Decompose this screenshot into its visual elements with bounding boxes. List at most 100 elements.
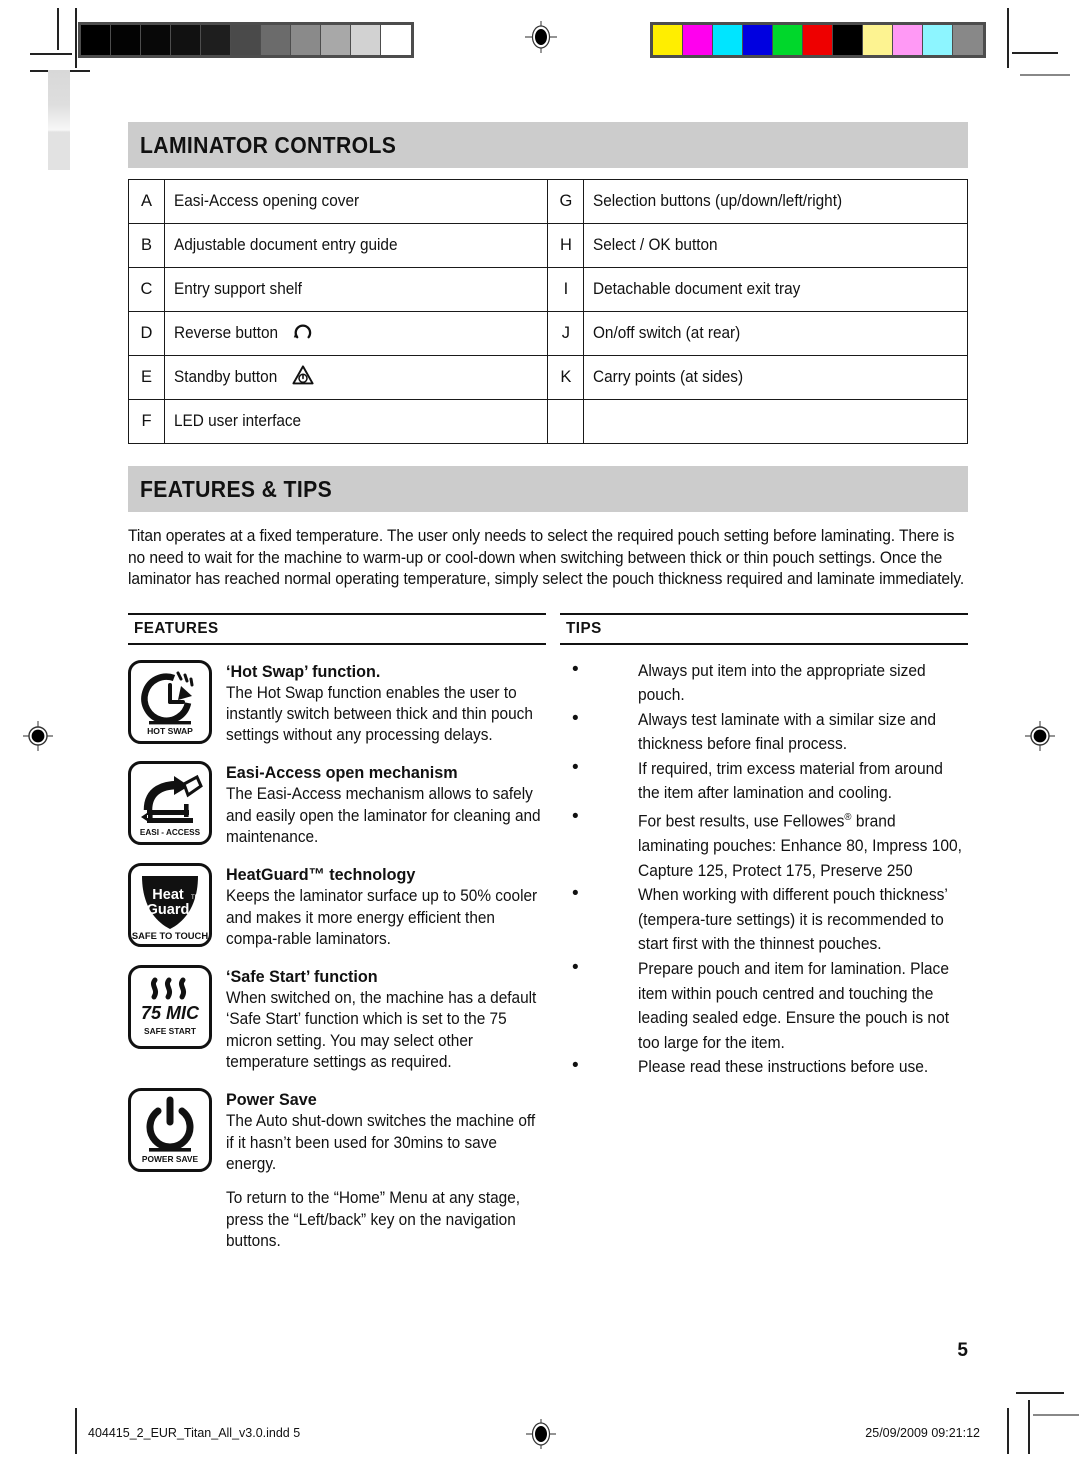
registration-mark-left [22, 720, 53, 751]
control-label-right: On/off switch (at rear) [583, 311, 968, 356]
laminator-controls-table: A Easi-Access opening cover G Selection but… [128, 179, 968, 444]
grayscale-patch [201, 25, 231, 55]
feature-title: ‘Safe Start’ function [226, 967, 378, 987]
section-title-laminator-controls: LAMINATOR CONTROLS [140, 131, 397, 158]
color-patch [743, 25, 773, 55]
column-spacer [546, 613, 560, 1253]
feature-icon-box: HOT SWAP [128, 659, 212, 744]
crop-mark-bl-v [75, 1408, 77, 1454]
control-key-left: A [128, 179, 165, 224]
grayscale-patch [231, 25, 261, 55]
registration-mark-right [1024, 720, 1055, 751]
feature-text: ‘Safe Start’ function When switched on, t… [226, 965, 546, 1073]
control-key-left: C [128, 267, 165, 312]
crop-mark-br-h [1016, 1392, 1064, 1394]
tip-text: Prepare pouch and item for lamination. P… [638, 960, 950, 1052]
reverse-icon [293, 322, 313, 346]
features-column-header: FEATURES [128, 612, 546, 645]
feature-title: ‘Hot Swap’ function. [226, 661, 381, 681]
control-key-right: I [547, 267, 585, 312]
svg-text:Heat: Heat [152, 887, 184, 903]
section-header-features-tips: FEATURES & TIPS [128, 466, 968, 512]
svg-text:POWER SAVE: POWER SAVE [142, 1154, 199, 1164]
grayscale-calibration-bar [78, 22, 414, 58]
control-key-left: E [128, 355, 165, 400]
feature-text: ‘Hot Swap’ function. The Hot Swap functio… [226, 660, 546, 747]
table-row: A Easi-Access opening cover G Selection but… [128, 179, 968, 224]
color-patch [773, 25, 803, 55]
grayscale-patch [111, 25, 141, 55]
grayscale-patch [261, 25, 291, 55]
easi-access-icon: EASI - ACCESS [140, 775, 203, 837]
feature-icon-box: Heat Guard TM SAFE TO TOUCH [128, 863, 212, 948]
intro-paragraph: Titan operates at a fixed temperature. T… [128, 526, 968, 591]
feature-text: Power Save The Auto shut-down switches th… [226, 1088, 546, 1252]
feature-body: The Auto shut-down switches the machine … [226, 1112, 536, 1173]
color-patch [953, 25, 983, 55]
tip-text: Always put item into the appropriate siz… [638, 661, 926, 705]
section-header-laminator-controls: LAMINATOR CONTROLS [128, 122, 968, 168]
grayscale-patch [171, 25, 201, 55]
control-label-left: Entry support shelf [163, 267, 549, 312]
crop-mark-tl-v [57, 8, 59, 50]
list-item: Prepare pouch and item for lamination. P… [560, 956, 968, 1055]
feature-item: 75 MIC SAFE START ‘Safe Start’ function Whe… [128, 965, 546, 1073]
control-label-left: Easi-Access opening cover [163, 179, 549, 224]
control-key-right: K [547, 355, 585, 400]
feature-text: Easi-Access open mechanism The Easi-Acces… [226, 761, 546, 848]
safe-start-icon: 75 MIC SAFE START [141, 977, 200, 1036]
crop-mark-bl-h [30, 1400, 70, 1402]
list-item: Always test laminate with a similar size… [560, 707, 968, 757]
control-key-right-empty [547, 399, 585, 444]
grayscale-patch [381, 25, 411, 55]
content-area: LAMINATOR CONTROLS A Easi-Access opening … [128, 122, 968, 1252]
color-patch [833, 25, 863, 55]
registration-mark-top [525, 21, 557, 53]
table-row: B Adjustable document entry guide H Select … [128, 223, 968, 268]
control-label-left: LED user interface [163, 399, 549, 444]
section-title-features-tips: FEATURES & TIPS [140, 475, 333, 502]
color-patch [683, 25, 713, 55]
registration-mark-bottom [525, 1418, 556, 1449]
crop-mark-br2-v [1028, 1400, 1030, 1454]
control-label-left: Reverse button [163, 311, 549, 356]
svg-text:SAFE START: SAFE START [144, 1026, 197, 1036]
grayscale-patch [351, 25, 381, 55]
table-row: E Standby button K Carry points (at sides) [128, 355, 968, 400]
crop-mark-tl2-v [75, 8, 77, 68]
tip-text: If required, trim excess material from a… [638, 759, 943, 803]
crop-mark-tr-h [1012, 52, 1058, 54]
crop-mark-tr2-h [1020, 74, 1070, 76]
tip-text: For best results, use Fellowes® brand la… [638, 812, 962, 880]
feature-item: Heat Guard TM SAFE TO TOUCH HeatGuard™ techn… [128, 863, 546, 950]
color-patch [863, 25, 893, 55]
crop-mark-tr-v [1007, 8, 1009, 68]
crop-mark-tl-h [30, 53, 72, 55]
feature-icon-box: POWER SAVE [128, 1088, 212, 1173]
feature-icon-box: EASI - ACCESS [128, 761, 212, 846]
tip-text: When working with different pouch thickn… [638, 886, 948, 954]
control-key-left: F [128, 399, 165, 444]
svg-text:TM: TM [191, 895, 200, 901]
list-item: Always put item into the appropriate siz… [560, 657, 968, 708]
features-column-title: FEATURES [134, 619, 219, 637]
grayscale-patch [141, 25, 171, 55]
list-item: For best results, use Fellowes® brand la… [560, 805, 968, 883]
footer-timestamp: 25/09/2009 09:21:12 [865, 1426, 980, 1440]
heat-guard-icon: HeatGuardTM SAFE TO TOUCH [132, 876, 208, 941]
svg-text:75 MIC: 75 MIC [141, 1003, 200, 1023]
tips-column-title: TIPS [566, 619, 602, 637]
list-item: Please read these instructions before us… [560, 1054, 968, 1080]
page-number: 5 [957, 1340, 968, 1361]
control-label-right: Detachable document exit tray [583, 267, 968, 312]
control-key-right: J [547, 311, 585, 356]
feature-item: HOT SWAP ‘Hot Swap’ function. The Hot Swap… [128, 659, 546, 747]
feature-text: HeatGuard™ technology Keeps the laminator… [226, 863, 546, 950]
list-item: If required, trim excess material from a… [560, 756, 968, 806]
feature-title: Easi-Access open mechanism [226, 763, 458, 783]
color-calibration-bar [650, 22, 986, 58]
feature-title: HeatGuard™ technology [226, 865, 416, 885]
intro-text: Titan operates at a fixed temperature. T… [128, 527, 965, 588]
color-patch [803, 25, 833, 55]
crop-mark-br-v [1007, 1408, 1009, 1454]
